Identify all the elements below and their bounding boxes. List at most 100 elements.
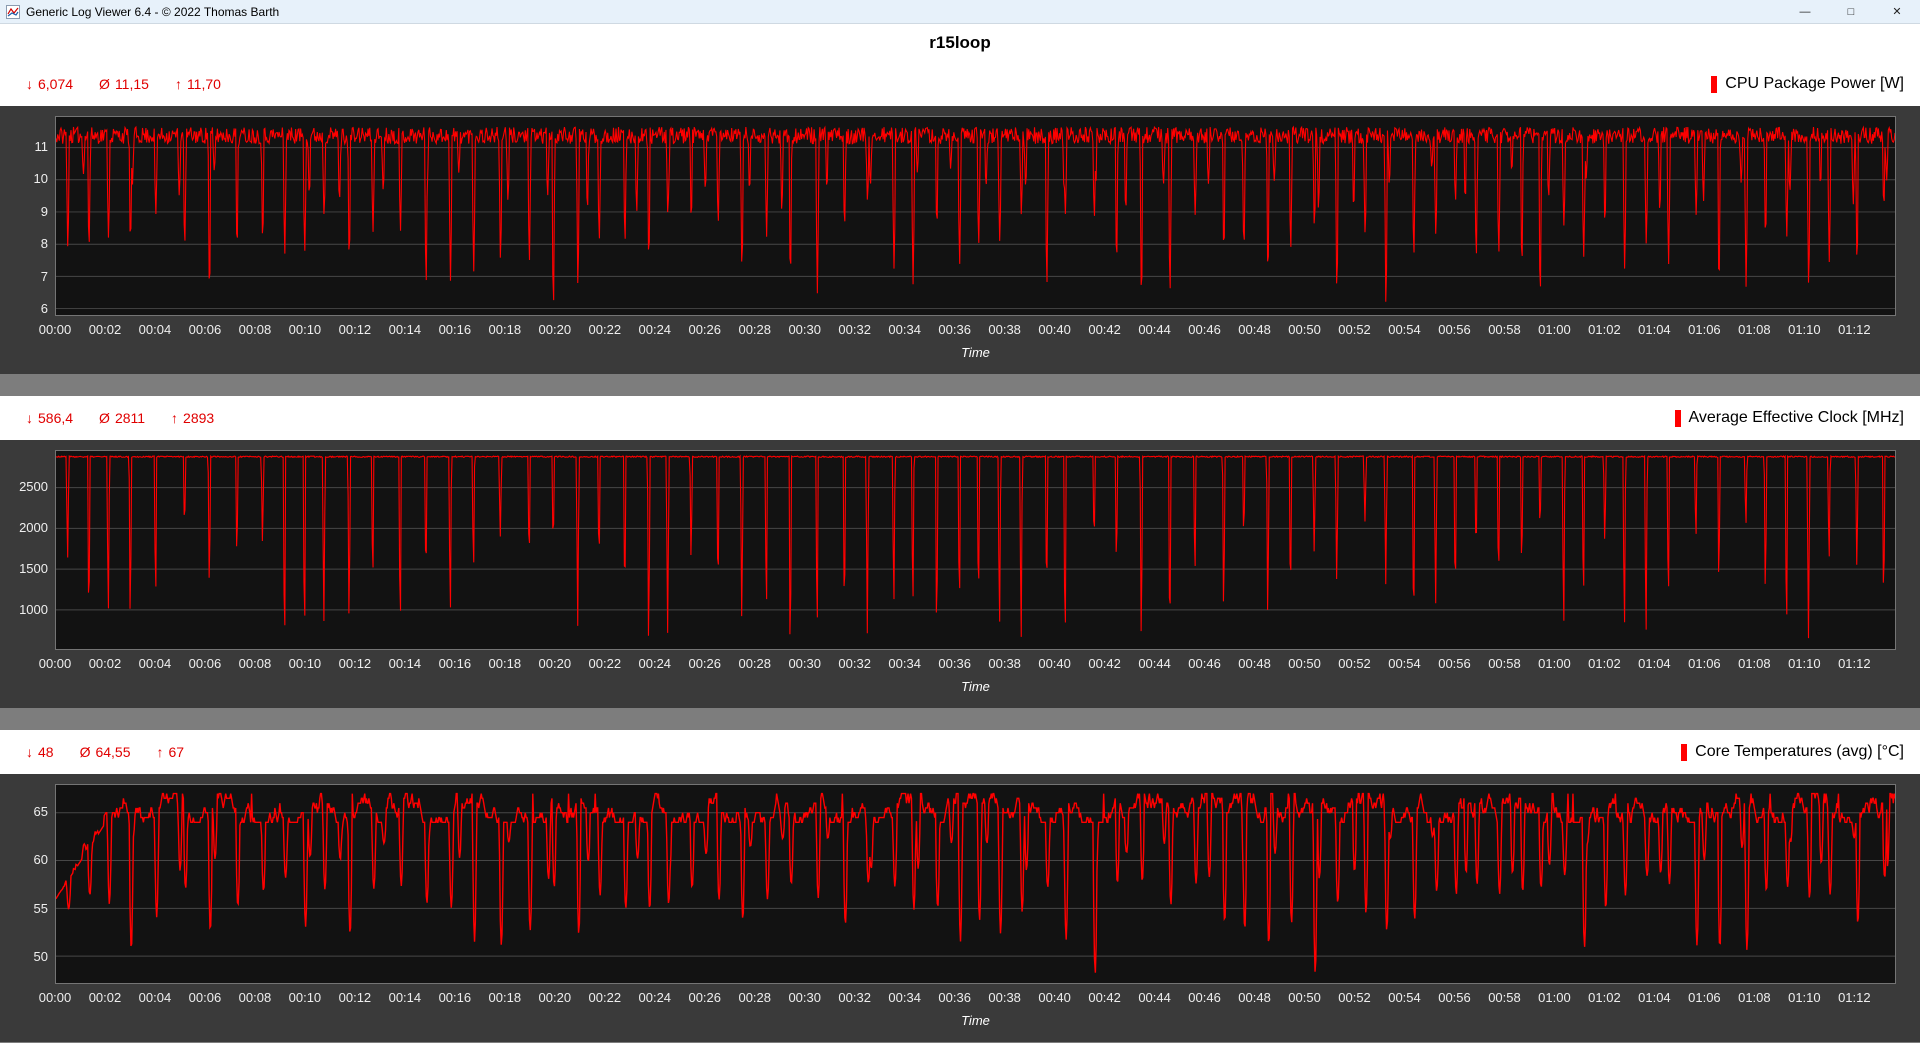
stat-min: ↓ 586,4 [26,410,73,426]
x-tick-label: 00:52 [1338,656,1371,671]
x-tick-label: 00:40 [1038,990,1071,1005]
app-window: Generic Log Viewer 6.4 - © 2022 Thomas B… [0,0,1920,1042]
x-tick-label: 00:32 [838,322,871,337]
y-tick-label: 50 [33,948,48,964]
y-tick-label: 6 [40,301,48,317]
x-tick-label: 00:36 [938,322,971,337]
series-line [56,454,1895,639]
plot-area[interactable] [55,116,1896,316]
x-tick-label: 01:04 [1638,990,1671,1005]
x-tick-label: 00:32 [838,990,871,1005]
y-tick-label: 7 [40,268,48,284]
y-tick-label: 55 [33,900,48,916]
x-tick-label: 00:30 [788,656,821,671]
x-tick-label: 00:32 [838,656,871,671]
x-tick-label: 00:50 [1288,656,1321,671]
x-tick-label: 00:26 [688,990,722,1005]
x-tick-label: 00:28 [738,656,772,671]
x-tick-label: 00:14 [388,322,422,337]
plot-area[interactable] [55,450,1896,650]
x-tick-label: 00:40 [1038,322,1071,337]
x-tick-label: 00:52 [1338,322,1371,337]
x-tick-label: 00:58 [1488,322,1521,337]
legend-color-swatch [1674,409,1681,427]
chart-area: 6 7 8 9 10 11 00:00 00:02 00:04 00:06 00:08 00:10 00… [0,106,1920,374]
x-tick-label: 00:20 [538,656,572,671]
x-tick-label: 00:18 [488,990,522,1005]
x-tick-label: 00:36 [938,656,971,671]
x-tick-label: 00:14 [388,990,422,1005]
y-tick-label: 65 [33,804,48,820]
window-title: Generic Log Viewer 6.4 - © 2022 Thomas B… [26,4,280,19]
close-button[interactable]: ✕ [1874,0,1920,23]
stat-min-value: 48 [38,744,54,760]
x-tick-label: 00:56 [1438,656,1471,671]
maximize-button[interactable]: □ [1828,0,1874,23]
chart-legend: Core Temperatures (avg) [°C] [1681,743,1904,761]
x-tick-label: 00:00 [38,990,72,1005]
window-controls: — □ ✕ [1782,0,1920,23]
page-title: r15loop [0,24,1920,62]
stat-avg-value: 2811 [114,410,146,426]
x-tick-label: 00:50 [1288,322,1321,337]
y-tick-label: 8 [40,236,48,252]
x-tick-label: 00:16 [438,656,472,671]
stat-min-icon: ↓ [26,744,33,760]
x-tick-label: 01:06 [1688,990,1721,1005]
y-tick-label: 2500 [19,479,48,495]
x-tick-label: 00:04 [138,656,172,671]
stat-max-icon: ↑ [174,76,182,92]
x-tick-label: 00:44 [1138,322,1171,337]
minimize-button[interactable]: — [1782,0,1828,23]
x-tick-label: 01:02 [1588,990,1621,1005]
stat-max-value: 11,70 [186,76,221,92]
chart-stats: ↓ 48 Ø 64,55 ↑ 67 [26,744,184,760]
x-tick-label: 01:08 [1738,656,1771,671]
x-tick-label: 00:30 [788,990,821,1005]
stat-max: ↑ 11,70 [175,76,221,92]
x-tick-label: 00:52 [1338,990,1371,1005]
x-tick-label: 00:08 [238,322,272,337]
x-tick-label: 01:00 [1538,990,1571,1005]
x-tick-label: 00:06 [188,322,222,337]
x-axis-title: Time [961,1013,990,1028]
charts-container: ↓ 6,074 Ø 11,15 ↑ 11,70 CPU Package Power [W] 6… [0,62,1920,1042]
x-tick-label: 00:10 [288,990,322,1005]
x-tick-label: 00:24 [638,322,672,337]
x-tick-label: 00:38 [988,990,1021,1005]
stat-avg-icon: Ø [99,76,110,92]
stat-avg-icon: Ø [79,744,91,760]
x-tick-label: 00:24 [638,990,672,1005]
x-tick-label: 00:46 [1188,656,1221,671]
x-tick-label: 00:44 [1138,990,1171,1005]
y-tick-label: 2000 [19,520,48,536]
stat-max-value: 2893 [183,410,215,426]
titlebar: Generic Log Viewer 6.4 - © 2022 Thomas B… [0,0,1920,24]
x-tick-label: 00:10 [288,322,322,337]
x-tick-label: 00:20 [538,322,572,337]
y-tick-label: 1500 [19,561,48,577]
y-tick-label: 60 [33,852,48,868]
chart-panel-2: ↓ 586,4 Ø 2811 ↑ 2893 Average Effective Clock … [0,396,1920,708]
x-tick-label: 00:28 [738,322,772,337]
x-tick-label: 00:56 [1438,322,1471,337]
x-tick-label: 00:38 [988,322,1021,337]
chart-area: 1000 1500 2000 2500 00:00 00:02 00:04 00:06 00:0… [0,440,1920,708]
x-tick-label: 00:12 [338,990,372,1005]
x-tick-label: 00:54 [1388,656,1421,671]
x-tick-label: 00:08 [238,656,272,671]
chart-legend: Average Effective Clock [MHz] [1674,409,1904,427]
x-tick-label: 00:14 [388,656,422,671]
panel-header: ↓ 48 Ø 64,55 ↑ 67 Core Temperatures (avg) [°C] [0,730,1920,774]
x-tick-label: 00:44 [1138,656,1171,671]
x-tick-label: 00:34 [888,990,921,1005]
stat-max: ↑ 67 [157,744,185,760]
x-tick-label: 01:06 [1688,322,1721,337]
plot-area[interactable] [55,784,1896,984]
x-tick-label: 01:02 [1588,322,1621,337]
chart-legend: CPU Package Power [W] [1711,75,1904,93]
legend-color-swatch [1681,743,1688,761]
x-tick-label: 00:48 [1238,322,1271,337]
x-tick-label: 00:12 [338,656,372,671]
x-tick-label: 00:00 [38,656,72,671]
